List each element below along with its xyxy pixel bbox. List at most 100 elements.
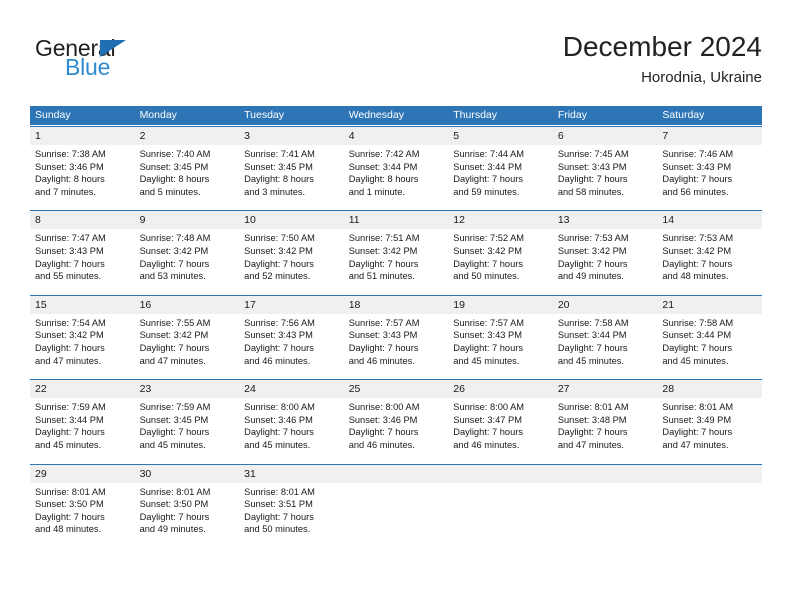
calendar-weeks: 1 Sunrise: 7:38 AM Sunset: 3:46 PM Daylight… [30, 126, 762, 540]
sunset-time: Sunset: 3:42 PM [662, 245, 732, 256]
sunset-time: Sunset: 3:46 PM [35, 161, 104, 172]
day-number: 7 [657, 127, 762, 145]
day-details: Sunrise: 8:00 AM Sunset: 3:46 PM Daylight:… [344, 398, 449, 455]
daylight-line-1: Daylight: 7 hours [35, 511, 105, 522]
calendar-day-cell[interactable]: 15 Sunrise: 7:54 AM Sunset: 3:42 PM Dayligh… [30, 294, 135, 372]
calendar-day-cell[interactable]: 12 Sunrise: 7:52 AM Sunset: 3:42 PM Dayligh… [448, 210, 553, 287]
daylight-line-1: Daylight: 7 hours [244, 427, 314, 438]
day-details: Sunrise: 8:01 AM Sunset: 3:51 PM Daylight:… [239, 483, 344, 540]
day-details: Sunrise: 7:47 AM Sunset: 3:43 PM Daylight:… [30, 229, 135, 286]
calendar-day-cell[interactable]: 18 Sunrise: 7:57 AM Sunset: 3:43 PM Dayligh… [343, 294, 449, 372]
day-number: 11 [343, 211, 449, 230]
sunset-time: Sunset: 3:44 PM [453, 161, 522, 172]
daylight-line-2: and 47 minutes. [139, 355, 206, 366]
daylight-line-1: Daylight: 7 hours [139, 342, 210, 353]
sunrise-time: Sunrise: 7:54 AM [35, 317, 106, 328]
day-number: 21 [657, 295, 762, 314]
day-number: 24 [239, 380, 344, 399]
general-blue-logo[interactable]: General Blue [35, 35, 215, 87]
sunset-time: Sunset: 3:43 PM [244, 330, 313, 341]
calendar-day-cell[interactable]: 8 Sunrise: 7:47 AM Sunset: 3:43 PM Daylight… [30, 210, 135, 287]
day-number [448, 464, 553, 483]
daylight-line-2: and 48 minutes. [662, 271, 729, 282]
calendar-day-cell[interactable]: 6 Sunrise: 7:45 AM Sunset: 3:43 PM Daylight… [552, 126, 658, 203]
calendar-day-cell[interactable]: 13 Sunrise: 7:53 AM Sunset: 3:42 PM Dayligh… [552, 210, 658, 287]
calendar-day-cell-empty [343, 463, 449, 540]
title-block: December 2024 Horodnia, Ukraine [563, 30, 762, 89]
calendar-day-cell[interactable]: 21 Sunrise: 7:58 AM Sunset: 3:44 PM Dayligh… [657, 294, 762, 372]
sunrise-time: Sunrise: 8:01 AM [244, 486, 315, 497]
calendar-day-cell[interactable]: 27 Sunrise: 8:01 AM Sunset: 3:48 PM Dayligh… [552, 379, 658, 456]
daylight-line-2: and 5 minutes. [139, 186, 201, 197]
daylight-line-2: and 46 minutes. [348, 355, 415, 366]
day-details: Sunrise: 8:00 AM Sunset: 3:47 PM Daylight:… [448, 398, 553, 455]
calendar-day-cell[interactable]: 19 Sunrise: 7:57 AM Sunset: 3:43 PM Dayligh… [448, 294, 553, 372]
daylight-line-2: and 49 minutes. [139, 524, 206, 535]
calendar-day-cell[interactable]: 9 Sunrise: 7:48 AM Sunset: 3:42 PM Daylight… [134, 210, 240, 287]
sunrise-time: Sunrise: 7:38 AM [35, 149, 106, 159]
weekday-header-monday: Monday [139, 109, 177, 121]
sunrise-time: Sunrise: 7:46 AM [662, 149, 734, 159]
sunrise-time: Sunrise: 8:01 AM [662, 402, 734, 413]
day-details: Sunrise: 8:01 AM Sunset: 3:49 PM Daylight:… [657, 398, 762, 455]
calendar-day-cell[interactable]: 23 Sunrise: 7:59 AM Sunset: 3:45 PM Dayligh… [134, 379, 240, 456]
calendar-day-cell-empty [448, 463, 553, 540]
calendar-day-cell[interactable]: 30 Sunrise: 8:01 AM Sunset: 3:50 PM Dayligh… [134, 463, 240, 540]
daylight-line-2: and 52 minutes. [244, 271, 311, 282]
calendar-day-cell[interactable]: 22 Sunrise: 7:59 AM Sunset: 3:44 PM Dayligh… [30, 379, 135, 456]
calendar-day-cell[interactable]: 31 Sunrise: 8:01 AM Sunset: 3:51 PM Dayligh… [239, 463, 344, 540]
calendar-day-cell[interactable]: 2 Sunrise: 7:40 AM Sunset: 3:45 PM Daylight… [134, 126, 240, 203]
calendar-day-cell[interactable]: 26 Sunrise: 8:00 AM Sunset: 3:47 PM Dayligh… [448, 379, 553, 456]
sunrise-time: Sunrise: 8:01 AM [35, 486, 106, 497]
daylight-line-2: and 45 minutes. [662, 355, 729, 366]
day-number: 31 [239, 464, 344, 483]
daylight-line-1: Daylight: 7 hours [244, 258, 314, 269]
day-number [552, 464, 658, 483]
calendar-day-cell[interactable]: 29 Sunrise: 8:01 AM Sunset: 3:50 PM Dayligh… [30, 463, 135, 540]
day-details: Sunrise: 8:01 AM Sunset: 3:48 PM Daylight:… [553, 398, 658, 455]
daylight-line-2: and 45 minutes. [244, 439, 311, 450]
sunset-time: Sunset: 3:42 PM [244, 245, 313, 256]
daylight-line-2: and 58 minutes. [557, 186, 624, 197]
calendar-day-cell[interactable]: 3 Sunrise: 7:41 AM Sunset: 3:45 PM Daylight… [239, 126, 344, 203]
sunset-time: Sunset: 3:47 PM [453, 414, 522, 425]
calendar-day-cell[interactable]: 20 Sunrise: 7:58 AM Sunset: 3:44 PM Dayligh… [552, 294, 658, 372]
daylight-line-1: Daylight: 7 hours [244, 342, 314, 353]
day-number: 18 [343, 295, 449, 314]
sunrise-time: Sunrise: 7:44 AM [453, 149, 525, 159]
sunrise-time: Sunrise: 7:48 AM [139, 233, 211, 244]
daylight-line-2: and 55 minutes. [35, 271, 102, 282]
daylight-line-1: Daylight: 7 hours [662, 342, 733, 353]
day-number: 27 [552, 380, 658, 399]
daylight-line-1: Daylight: 8 hours [35, 174, 105, 185]
sunrise-time: Sunrise: 8:01 AM [139, 486, 211, 497]
day-details: Sunrise: 8:01 AM Sunset: 3:50 PM Daylight:… [30, 483, 135, 540]
weekday-header-row: Sunday Monday Tuesday Wednesday Thursday Frid… [30, 106, 762, 125]
calendar-day-cell[interactable]: 24 Sunrise: 8:00 AM Sunset: 3:46 PM Dayligh… [239, 379, 344, 456]
calendar-day-cell[interactable]: 7 Sunrise: 7:46 AM Sunset: 3:43 PM Daylight… [657, 126, 762, 203]
calendar-day-cell[interactable]: 11 Sunrise: 7:51 AM Sunset: 3:42 PM Dayligh… [343, 210, 449, 287]
daylight-line-2: and 46 minutes. [244, 355, 311, 366]
day-number: 2 [134, 127, 240, 145]
calendar-day-cell[interactable]: 4 Sunrise: 7:42 AM Sunset: 3:44 PM Daylight… [343, 126, 449, 203]
calendar-day-cell[interactable]: 5 Sunrise: 7:44 AM Sunset: 3:44 PM Daylight… [448, 126, 553, 203]
calendar-day-cell[interactable]: 14 Sunrise: 7:53 AM Sunset: 3:42 PM Dayligh… [657, 210, 762, 287]
day-number: 25 [343, 380, 449, 399]
daylight-line-1: Daylight: 7 hours [348, 342, 419, 353]
daylight-line-1: Daylight: 7 hours [662, 258, 733, 269]
calendar-day-cell[interactable]: 1 Sunrise: 7:38 AM Sunset: 3:46 PM Daylight… [30, 126, 135, 203]
sunrise-time: Sunrise: 7:56 AM [244, 317, 315, 328]
day-details: Sunrise: 7:54 AM Sunset: 3:42 PM Daylight:… [30, 314, 135, 371]
weekday-header-thursday: Thursday [453, 109, 498, 121]
calendar-day-cell[interactable]: 28 Sunrise: 8:01 AM Sunset: 3:49 PM Dayligh… [657, 379, 762, 456]
calendar-day-cell-empty [657, 463, 762, 540]
calendar-day-cell[interactable]: 25 Sunrise: 8:00 AM Sunset: 3:46 PM Dayligh… [343, 379, 449, 456]
sunrise-time: Sunrise: 7:47 AM [35, 233, 106, 244]
sunrise-time: Sunrise: 7:45 AM [557, 149, 629, 159]
daylight-line-1: Daylight: 7 hours [453, 258, 524, 269]
day-details: Sunrise: 7:44 AM Sunset: 3:44 PM Daylight:… [448, 145, 553, 202]
day-number: 23 [134, 380, 240, 399]
calendar-day-cell[interactable]: 17 Sunrise: 7:56 AM Sunset: 3:43 PM Dayligh… [239, 294, 344, 372]
calendar-day-cell[interactable]: 16 Sunrise: 7:55 AM Sunset: 3:42 PM Dayligh… [134, 294, 240, 372]
calendar-day-cell[interactable]: 10 Sunrise: 7:50 AM Sunset: 3:42 PM Dayligh… [239, 210, 344, 287]
